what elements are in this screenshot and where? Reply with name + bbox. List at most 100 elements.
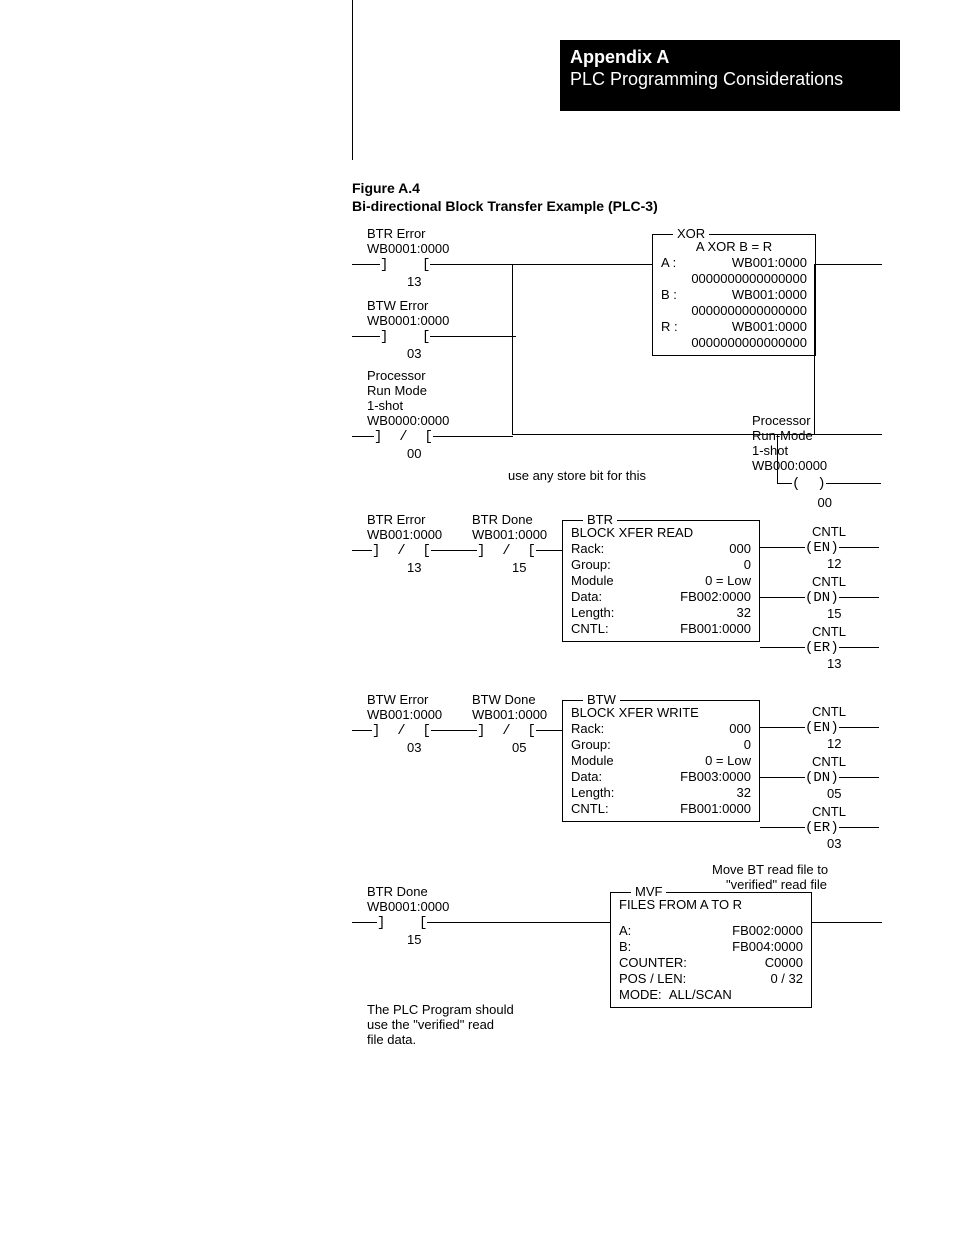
rung1-note: use any store bit for this: [508, 468, 646, 483]
btr-module-lbl: Module: [571, 573, 626, 589]
btr-title: BTR: [583, 512, 617, 528]
mvf-counter-lbl: COUNTER:: [619, 955, 699, 971]
btr-er-line: (ER): [760, 640, 879, 656]
rung2-btr-error-contact: ] / [: [352, 543, 461, 559]
rung3-btw-done-addr: WB001:0000: [472, 707, 547, 722]
btw-data-val: FB003:0000: [680, 769, 751, 785]
rung3-btw-done-lbl: BTW Done: [472, 692, 536, 707]
rung1-out-bit: 00: [812, 495, 832, 510]
rung4-btr-done-lbl: BTR Done: [367, 884, 428, 899]
mvf-counter-val: C0000: [765, 955, 803, 971]
ladder-diagram: BTR Error WB0001:0000 ] [ 13 BTW Error W…: [352, 220, 882, 1060]
chapter-header: Appendix A PLC Programming Consideration…: [560, 40, 900, 111]
mvf-mode-val: ALL/SCAN: [669, 987, 732, 1002]
btr-length-lbl: Length:: [571, 605, 626, 621]
mvf-poslen-lbl: POS / LEN:: [619, 971, 698, 987]
rung1-out-lbl1: Processor: [752, 413, 811, 428]
btw-length-val: 32: [737, 785, 751, 801]
btr-cntl-lbl: CNTL:: [571, 621, 621, 637]
btr-group-lbl: Group:: [571, 557, 623, 573]
xor-a-data: 0000000000000000: [661, 271, 807, 287]
btw-group-lbl: Group:: [571, 737, 623, 753]
btw-en-bit: 12: [827, 736, 841, 751]
rung1-btw-error-contact: ] [: [352, 329, 516, 345]
rung3-btw-error-lbl: BTW Error: [367, 692, 428, 707]
btw-length-lbl: Length:: [571, 785, 626, 801]
rung1-btw-error-addr: WB0001:0000: [367, 313, 449, 328]
xor-b-val: WB001:0000: [732, 287, 807, 303]
rung4-footnote3: file data.: [367, 1032, 416, 1047]
rung1-bottom-wire: [512, 434, 882, 435]
rung4-note1: Move BT read file to: [712, 862, 828, 877]
btr-er-lbl: CNTL: [812, 624, 846, 639]
btw-en-line: (EN): [760, 720, 879, 736]
btr-dn-line: (DN): [760, 590, 879, 606]
btr-box: BTR BLOCK XFER READ Rack:000 Group:0 Mod…: [562, 520, 760, 642]
margin-divider: [352, 0, 353, 160]
xor-r-lbl: R :: [661, 319, 690, 335]
rung1-proc-bit: 00: [407, 446, 421, 461]
figure-label: Figure A.4: [352, 180, 420, 196]
btw-group-val: 0: [744, 737, 751, 753]
rung3-btw-error-addr: WB001:0000: [367, 707, 442, 722]
xor-r-data: 0000000000000000: [661, 335, 807, 351]
xor-b-lbl: B :: [661, 287, 689, 303]
rung1-coil-drop: [777, 434, 778, 483]
btr-length-val: 32: [737, 605, 751, 621]
figure-caption: Bi-directional Block Transfer Example (P…: [352, 198, 658, 214]
rung1-btw-error-lbl: BTW Error: [367, 298, 428, 313]
rung1-btr-error-contact: ] [: [352, 257, 516, 273]
rung3-btw-done-bit: 05: [512, 740, 526, 755]
rung3-btw-done-contact: ] / [: [457, 723, 566, 739]
mvf-b-lbl: B:: [619, 939, 643, 955]
rung4-footnote1: The PLC Program should: [367, 1002, 514, 1017]
page: Appendix A PLC Programming Consideration…: [0, 0, 954, 1235]
btw-dn-line: (DN): [760, 770, 879, 786]
btw-title: BTW: [583, 692, 620, 708]
btw-box: BTW BLOCK XFER WRITE Rack:000 Group:0 Mo…: [562, 700, 760, 822]
rung2-btr-error-bit: 13: [407, 560, 421, 575]
rung4-right-wire: [810, 922, 882, 923]
btw-er-lbl: CNTL: [812, 804, 846, 819]
rung1-btw-error-bit: 03: [407, 346, 421, 361]
btr-rack-lbl: Rack:: [571, 541, 616, 557]
btr-group-val: 0: [744, 557, 751, 573]
rung4-btr-done-contact: ] [: [352, 915, 612, 931]
btr-module-val: 0 = Low: [705, 573, 751, 589]
xor-b-data: 0000000000000000: [661, 303, 807, 319]
btr-rack-val: 000: [729, 541, 751, 557]
rung1-btr-error-bit: 13: [407, 274, 421, 289]
rung1-out-addr: WB000:0000: [752, 458, 827, 473]
rung1-proc-lbl3: 1-shot: [367, 398, 403, 413]
rung4-btr-done-bit: 15: [407, 932, 421, 947]
rung1-proc-contact: ] / [: [352, 429, 513, 445]
rung1-branch-vert: [512, 264, 513, 434]
xor-title: XOR: [673, 226, 709, 242]
rung1-proc-lbl2: Run Mode: [367, 383, 427, 398]
rung1-right-branch: [814, 264, 815, 434]
btw-cntl-lbl: CNTL:: [571, 801, 621, 817]
rung1-out-coil: ( ): [777, 476, 881, 492]
btw-module-lbl: Module: [571, 753, 626, 769]
rung3-btw-error-contact: ] / [: [352, 723, 461, 739]
rung2-btr-done-contact: ] / [: [457, 543, 566, 559]
rung1-btr-error-lbl: BTR Error: [367, 226, 426, 241]
xor-box: XOR A XOR B = R A :WB001:0000 0000000000…: [652, 234, 816, 356]
rung1-btr-error-addr: WB0001:0000: [367, 241, 449, 256]
rung2-btr-done-bit: 15: [512, 560, 526, 575]
appendix-subtitle: PLC Programming Considerations: [570, 68, 890, 90]
mvf-b-val: FB004:0000: [732, 939, 803, 955]
btr-en-bit: 12: [827, 556, 841, 571]
btr-data-lbl: Data:: [571, 589, 614, 605]
rung2-btr-error-lbl: BTR Error: [367, 512, 426, 527]
btr-dn-bit: 15: [827, 606, 841, 621]
btw-dn-bit: 05: [827, 786, 841, 801]
btw-rack-val: 000: [729, 721, 751, 737]
rung1-right-wire: [814, 264, 882, 265]
btr-data-val: FB002:0000: [680, 589, 751, 605]
rung4-footnote2: use the "verified" read: [367, 1017, 494, 1032]
btw-er-bit: 03: [827, 836, 841, 851]
btw-er-line: (ER): [760, 820, 879, 836]
mvf-poslen-val: 0 / 32: [770, 971, 803, 987]
btw-dn-lbl: CNTL: [812, 754, 846, 769]
